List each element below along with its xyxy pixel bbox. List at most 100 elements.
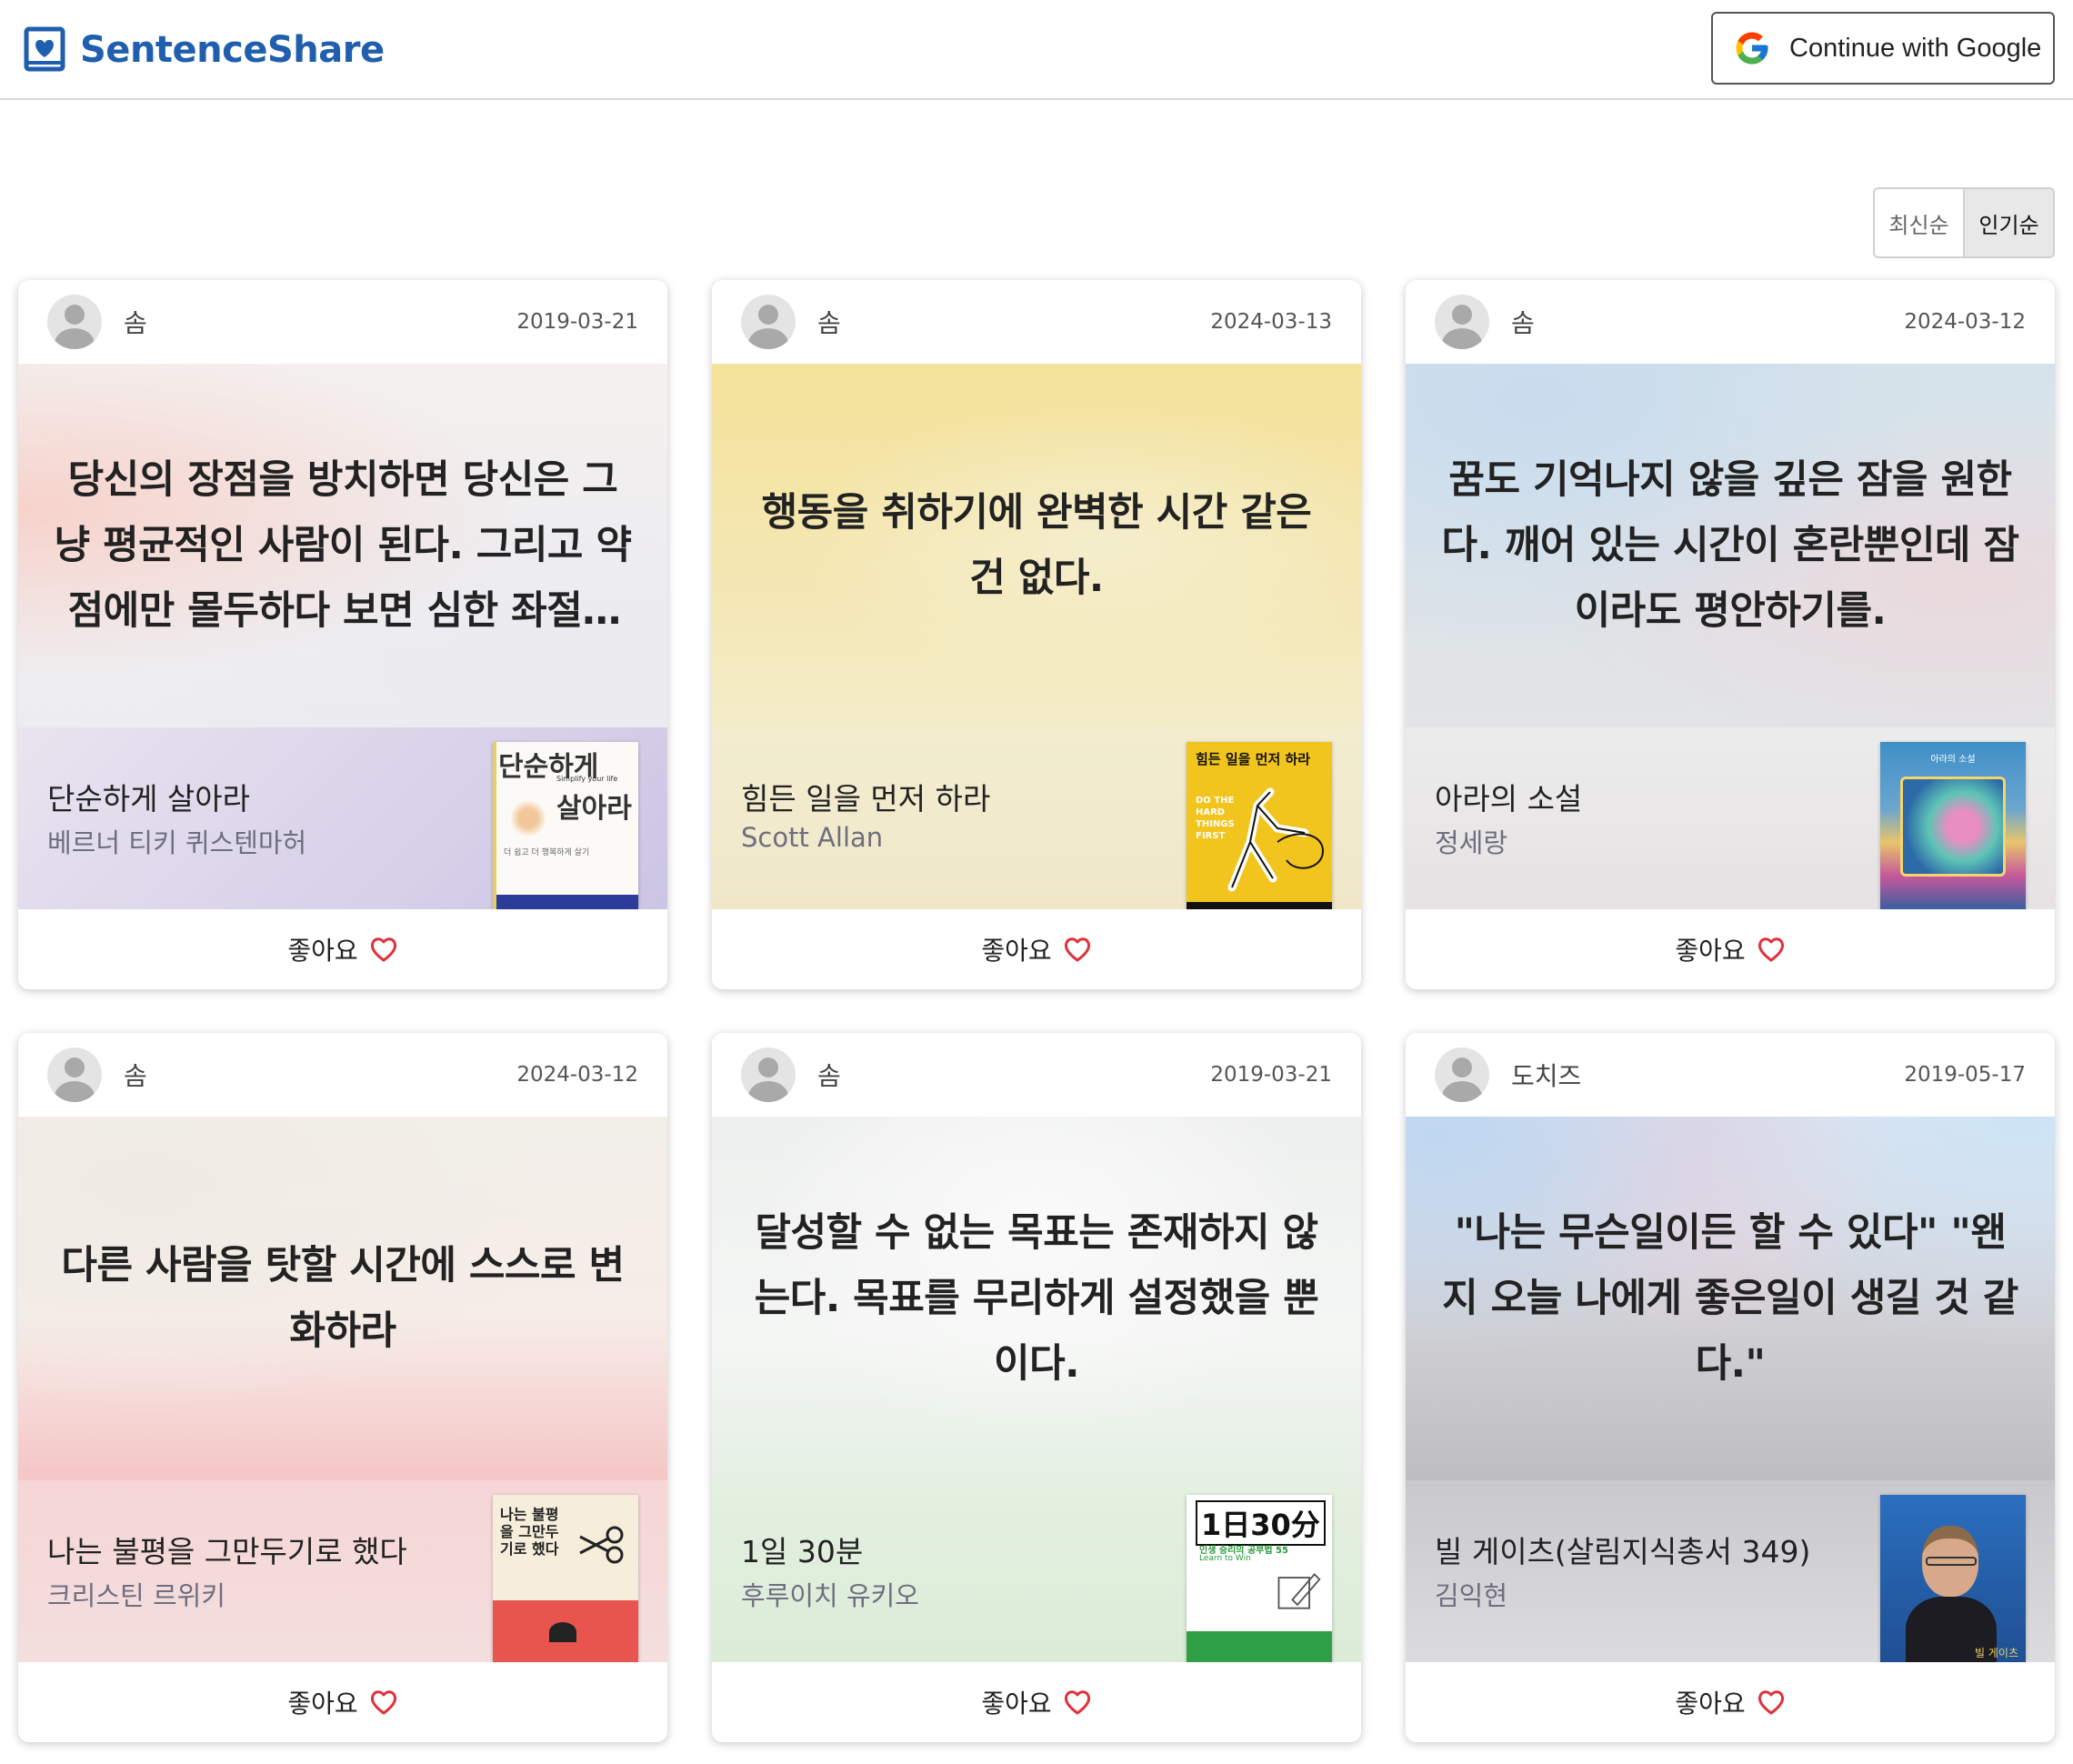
avatar[interactable] [1435,295,1489,349]
book-author: 베르너 티키 퀴스텐마허 [47,827,307,858]
avatar[interactable] [1435,1047,1489,1102]
card-header: 솜 2024-03-13 [712,280,1361,364]
quote-area[interactable]: 행동을 취하기에 완벽한 시간 같은 건 없다. [712,364,1361,727]
cover-figure [1227,787,1325,892]
card-header: 솜 2024-03-12 [18,1033,667,1117]
book-info[interactable]: 단순하게 살아라 베르너 티키 퀴스텐마허 단순하게 Simplify your… [18,727,667,909]
quote-text: 달성할 수 없는 목표는 존재하지 않는다. 목표를 무리하게 설정했을 뿐이다… [754,1210,1319,1387]
google-button-label: Continue with Google [1789,33,2042,63]
username[interactable]: 솜 [1511,304,1535,340]
username[interactable]: 솜 [124,304,147,340]
like-button[interactable]: 좋아요 [1675,1684,1785,1720]
book-author: 김익현 [1435,1580,1508,1611]
pencil-icon [1277,1572,1321,1609]
cover-band [493,895,638,909]
heart-icon [1758,937,1784,962]
book-author: 정세랑 [1435,827,1508,858]
like-bar: 좋아요 [1406,1662,2055,1742]
like-label: 좋아요 [1675,1689,1746,1719]
post-date: 2019-03-21 [516,310,638,334]
book-author: 후루이치 유키오 [741,1580,919,1611]
quote-area[interactable]: 다른 사람을 탓할 시간에 스스로 변화하라 [18,1117,667,1480]
like-bar: 좋아요 [712,909,1361,989]
like-button[interactable]: 좋아요 [1675,931,1785,967]
like-bar: 좋아요 [712,1662,1361,1742]
avatar[interactable] [741,1047,796,1102]
book-author: 크리스틴 르위키 [47,1580,225,1611]
like-bar: 좋아요 [18,909,667,989]
cover-band [1187,902,1332,909]
cover-illustration [1900,777,2006,877]
username[interactable]: 솜 [124,1057,147,1093]
like-bar: 좋아요 [1406,909,2055,989]
cover-tagline: 더 쉽고 더 행복하게 살기 [504,848,590,857]
book-title: 아라의 소설 [1435,781,1583,817]
post-date: 2024-03-12 [1904,310,2026,334]
portrait-glasses [1926,1557,1977,1566]
book-info[interactable]: 아라의 소설 정세랑 아라의 소설 [1406,727,2055,909]
quote-text: 당신의 장점을 방치하면 당신은 그냥 평균적인 사람이 된다. 그리고 약점에… [54,457,632,634]
book-info[interactable]: 나는 불평을 그만두기로 했다 크리스틴 르위키 나는 불평을 그만두기로 했다 [18,1480,667,1662]
quote-text: 행동을 취하기에 완벽한 시간 같은 건 없다. [761,490,1312,601]
cover-title: 나는 불평을 그만두기로 했다 [500,1506,559,1558]
logo-text: SentenceShare [80,29,385,71]
avatar[interactable] [47,1047,102,1102]
scissors-icon [579,1526,624,1564]
cover-illustration [549,1622,576,1642]
post-date: 2024-03-13 [1210,310,1332,334]
sentence-card: 솜 2024-03-12 꿈도 기억나지 않을 깊은 잠을 원한다. 깨어 있는… [1406,280,2055,989]
book-info[interactable]: 힘든 일을 먼저 하라 Scott Allan 힘든 일을 먼저 하라 DO T… [712,727,1361,909]
post-date: 2019-05-17 [1904,1063,2026,1087]
logo-link[interactable]: SentenceShare [24,25,385,75]
sort-latest-button[interactable]: 최신순 [1875,189,1963,256]
book-title: 1일 30분 [741,1534,864,1569]
book-heart-icon [24,26,65,72]
card-header: 솜 2019-03-21 [712,1033,1361,1117]
book-title: 힘든 일을 먼저 하라 [741,781,991,817]
heart-icon [370,1690,396,1715]
like-button[interactable]: 좋아요 [981,931,1091,967]
quote-area[interactable]: "나는 무슨일이든 할 수 있다" "왠지 오늘 나에게 좋은일이 생길 것 같… [1406,1117,2055,1480]
cover-title: 아라의 소설 [1930,755,1976,765]
sort-popular-button[interactable]: 인기순 [1963,189,2053,256]
book-cover: 1日30分 인생 승리의 공부법 55 Learn to Win [1187,1495,1332,1662]
quote-area[interactable]: 꿈도 기억나지 않을 깊은 잠을 원한다. 깨어 있는 시간이 혼란뿐인데 잠이… [1406,364,2055,727]
cover-band [1187,1631,1332,1662]
cover-subtitle: Simplify your life [556,775,618,783]
post-date: 2019-03-21 [1210,1063,1332,1087]
cover-title: 빌 게이츠 [1975,1647,2018,1659]
card-header: 솜 2024-03-12 [1406,280,2055,364]
username[interactable]: 솜 [817,304,841,340]
sentence-card: 솜 2024-03-13 행동을 취하기에 완벽한 시간 같은 건 없다. 힘든… [712,280,1361,989]
google-signin-button[interactable]: Continue with Google [1711,12,2055,85]
like-label: 좋아요 [287,1689,358,1719]
like-label: 좋아요 [981,936,1052,966]
book-title: 단순하게 살아라 [47,781,251,817]
cover-title: 1日30分 [1196,1500,1326,1546]
like-button[interactable]: 좋아요 [287,931,397,967]
heart-icon [1064,937,1090,962]
post-date: 2024-03-12 [516,1063,638,1087]
quote-area[interactable]: 당신의 장점을 방치하면 당신은 그냥 평균적인 사람이 된다. 그리고 약점에… [18,364,667,727]
cover-edge [493,742,496,909]
like-button[interactable]: 좋아요 [287,1684,397,1720]
avatar[interactable] [47,295,102,349]
quote-area[interactable]: 달성할 수 없는 목표는 존재하지 않는다. 목표를 무리하게 설정했을 뿐이다… [712,1117,1361,1480]
card-header: 솜 2019-03-21 [18,280,667,364]
book-info[interactable]: 빌 게이츠(살림지식총서 349) 김익현 빌 게이츠 [1406,1480,2055,1662]
username[interactable]: 도치즈 [1511,1057,1581,1093]
cover-title: 살아라 [556,793,632,825]
username[interactable]: 솜 [817,1057,841,1093]
book-author: Scott Allan [741,822,884,853]
book-cover: 빌 게이츠 [1880,1495,2026,1662]
like-label: 좋아요 [1675,936,1746,966]
book-info[interactable]: 1일 30분 후루이치 유키오 1日30分 인생 승리의 공부법 55 Lear… [712,1480,1361,1662]
avatar[interactable] [741,295,796,349]
like-bar: 좋아요 [18,1662,667,1742]
google-icon [1736,32,1768,65]
sort-toggle: 최신순 인기순 [1873,187,2055,258]
cover-portrait [1906,1518,1997,1662]
quote-text: 꿈도 기억나지 않을 깊은 잠을 원한다. 깨어 있는 시간이 혼란뿐인데 잠이… [1441,457,2019,634]
cover-tagline: Learn to Win [1199,1554,1251,1563]
like-button[interactable]: 좋아요 [981,1684,1091,1720]
